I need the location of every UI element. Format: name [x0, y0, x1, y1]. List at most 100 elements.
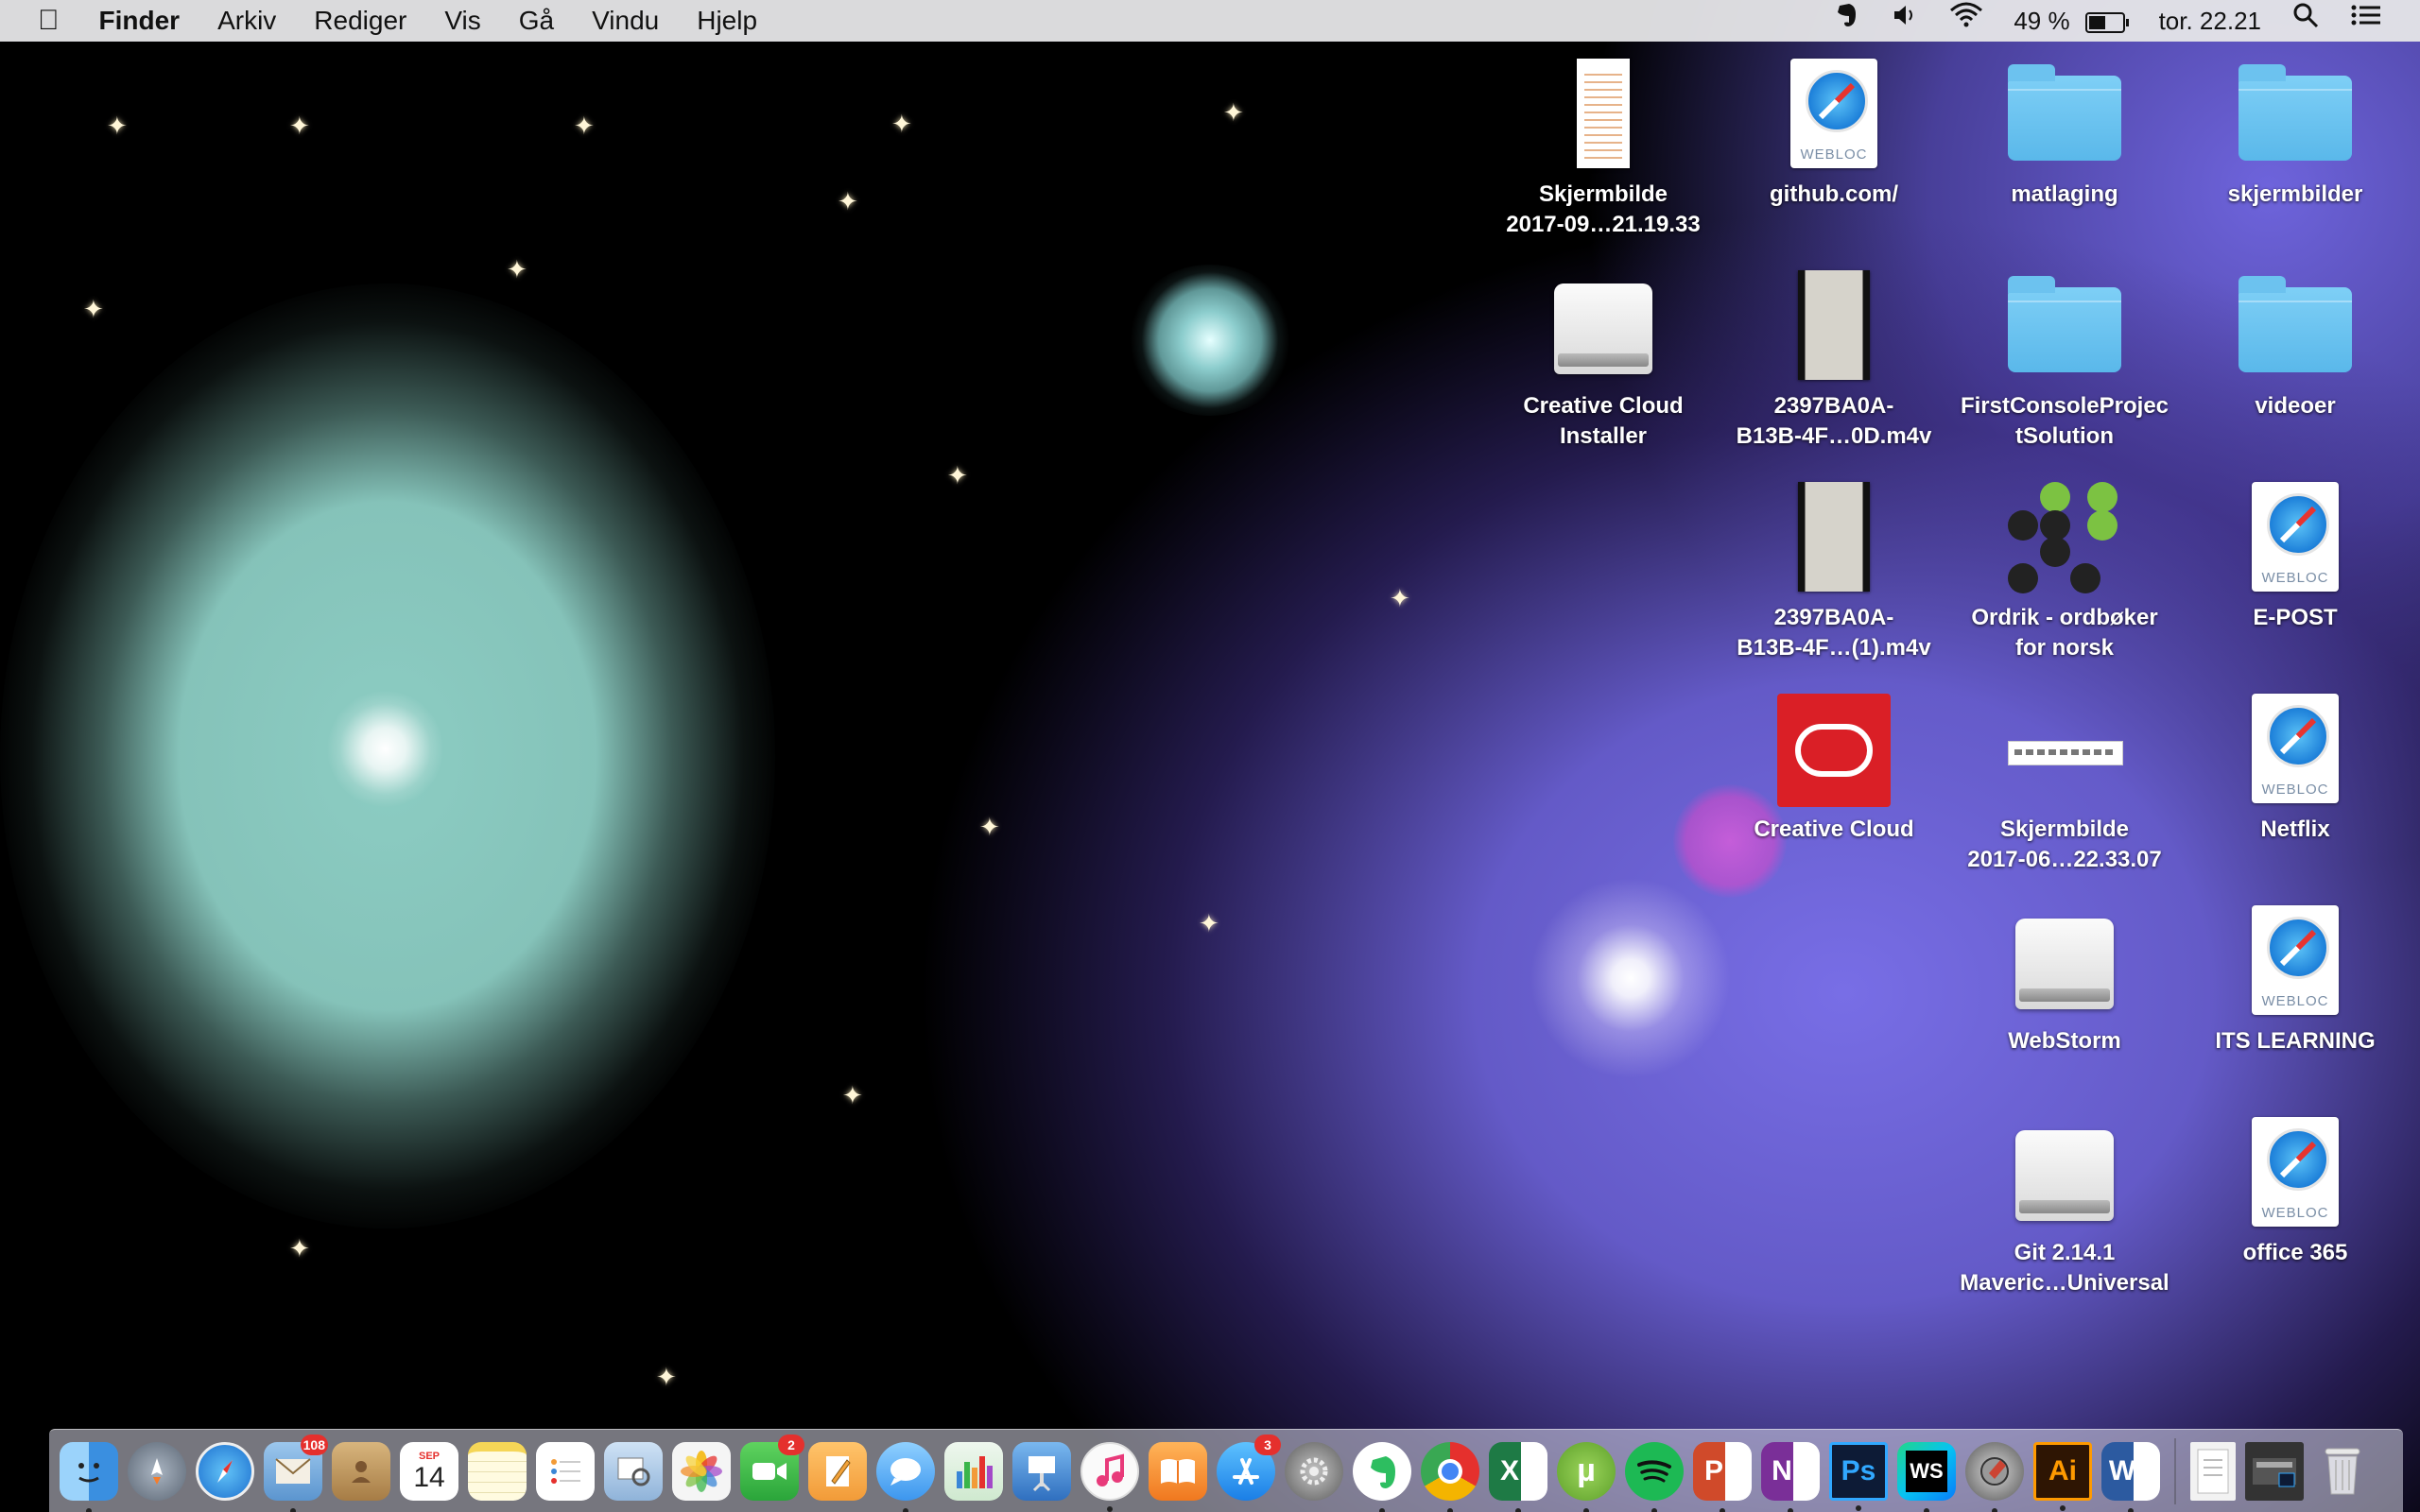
- star-sparkle: ✦: [107, 112, 128, 141]
- ordrik-icon: [2008, 482, 2121, 595]
- desktop-icon-e-post[interactable]: WEBLOC E-POST: [2182, 482, 2409, 633]
- finder-icon[interactable]: [60, 1441, 118, 1512]
- messages-icon[interactable]: [876, 1441, 935, 1512]
- star-sparkle: ✦: [1223, 99, 1244, 128]
- desktop-icon-video-2[interactable]: 2397BA0A- B13B-4F…(1).m4v: [1720, 482, 1947, 663]
- desktop-icon-github[interactable]: WEBLOC github.com/: [1720, 59, 1947, 210]
- disk-utility-icon[interactable]: [1965, 1441, 2024, 1512]
- folder-icon: [2238, 270, 2352, 384]
- drive-icon: [2008, 1117, 2121, 1230]
- chrome-icon[interactable]: [1421, 1441, 1479, 1512]
- desktop-icon-office-365[interactable]: WEBLOC office 365: [2182, 1117, 2409, 1268]
- desktop-icon-video-1[interactable]: 2397BA0A- B13B-4F…0D.m4v: [1720, 270, 1947, 452]
- desktop-icon-its-learning[interactable]: WEBLOC ITS LEARNING: [2182, 905, 2409, 1057]
- document-stack-icon[interactable]: [2190, 1441, 2236, 1501]
- desktop-icon-label: 2397BA0A- B13B-4F…(1).m4v: [1737, 605, 1931, 661]
- safari-icon[interactable]: [196, 1441, 254, 1501]
- desktop-icon-label: FirstConsoleProjec tSolution: [1960, 393, 2169, 449]
- apple-menu-icon[interactable]: : [0, 0, 80, 42]
- facetime-icon[interactable]: 2: [740, 1434, 804, 1501]
- itunes-icon[interactable]: [1080, 1441, 1139, 1512]
- desktop-icon-skjermbilder[interactable]: skjermbilder: [2182, 59, 2409, 210]
- word-icon[interactable]: W: [2101, 1441, 2160, 1512]
- dock: 108 SEP 14 2 3 X µ P N Ps WS Ai W: [49, 1429, 2403, 1512]
- desktop-icon-creative-cloud-installer[interactable]: Creative Cloud Installer: [1490, 270, 1717, 452]
- downloads-stack-icon[interactable]: [2245, 1441, 2304, 1501]
- desktop-icon-creative-cloud[interactable]: Creative Cloud: [1720, 694, 1947, 845]
- desktop-icon-label: Ordrik - ordbøker for norsk: [1971, 605, 2158, 661]
- desktop-icon-label: ITS LEARNING: [2215, 1028, 2376, 1054]
- notes-icon[interactable]: [468, 1441, 527, 1501]
- contacts-icon[interactable]: [332, 1441, 390, 1501]
- desktop-icon-skjermbilde-1[interactable]: Skjermbilde 2017-09…21.19.33: [1490, 59, 1717, 240]
- photoshop-icon[interactable]: Ps: [1829, 1441, 1888, 1511]
- clock[interactable]: tor. 22.21: [2140, 0, 2276, 42]
- desktop-icon-videoer[interactable]: videoer: [2182, 270, 2409, 421]
- speaker-icon[interactable]: [1876, 0, 1934, 42]
- menu-rediger[interactable]: Rediger: [295, 0, 425, 42]
- image-file-icon: [2008, 694, 2123, 807]
- desktop-icon-webstorm[interactable]: WebStorm: [1951, 905, 2178, 1057]
- wifi-icon[interactable]: [1934, 0, 1998, 42]
- calendar-day: 14: [413, 1461, 445, 1493]
- keynote-icon[interactable]: [1012, 1441, 1071, 1501]
- ibooks-icon[interactable]: [1149, 1441, 1207, 1501]
- menu-vindu[interactable]: Vindu: [573, 0, 678, 42]
- star-sparkle: ✦: [838, 188, 858, 216]
- desktop-icon-label: videoer: [2255, 393, 2336, 419]
- reminders-icon[interactable]: [536, 1441, 595, 1501]
- desktop-icon-skjermbilde-2[interactable]: Skjermbilde 2017-06…22.33.07: [1951, 694, 2178, 875]
- wallpaper-flare: [1522, 869, 1739, 1087]
- desktop-icon-label: WebStorm: [2008, 1028, 2121, 1054]
- list-icon[interactable]: [2335, 0, 2397, 42]
- folder-icon: [2008, 270, 2121, 384]
- star-sparkle: ✦: [289, 1235, 310, 1263]
- mail-icon[interactable]: 108: [264, 1434, 328, 1512]
- search-icon[interactable]: [2276, 0, 2335, 42]
- trash-icon[interactable]: [2313, 1442, 2372, 1501]
- menu-arkiv[interactable]: Arkiv: [199, 0, 295, 42]
- menu-bar:  Finder Arkiv Rediger Vis Gå Vindu Hjel…: [0, 0, 2420, 42]
- menu-app-name[interactable]: Finder: [80, 0, 199, 42]
- evernote-icon[interactable]: [1353, 1441, 1411, 1512]
- desktop[interactable]: ✦ ✦ ✦ ✦ ✦ ✦ ✦ ✦ ✦ ✦ ✦ ✦ ✦ ✦ ✦  Finder A…: [0, 0, 2420, 1512]
- desktop-icon-label: Creative Cloud Installer: [1523, 393, 1684, 449]
- webloc-icon: WEBLOC: [2238, 482, 2352, 595]
- menu-vis[interactable]: Vis: [425, 0, 499, 42]
- calendar-icon[interactable]: SEP 14: [400, 1441, 458, 1501]
- numbers-icon[interactable]: [944, 1441, 1003, 1501]
- video-file-icon: [1777, 270, 1891, 384]
- menu-hjelp[interactable]: Hjelp: [678, 0, 776, 42]
- star-sparkle: ✦: [979, 814, 1000, 842]
- menu-ga[interactable]: Gå: [500, 0, 573, 42]
- star-sparkle: ✦: [83, 296, 104, 324]
- desktop-icon-label: Creative Cloud: [1754, 816, 1914, 842]
- image-file-icon: [1547, 59, 1660, 172]
- desktop-icon-firstconsoleproject[interactable]: FirstConsoleProjec tSolution: [1951, 270, 2178, 452]
- illustrator-icon[interactable]: Ai: [2033, 1441, 2092, 1511]
- creative-cloud-icon: [1777, 694, 1891, 807]
- desktop-icon-ordrik[interactable]: Ordrik - ordbøker for norsk: [1951, 482, 2178, 663]
- star-sparkle: ✦: [289, 112, 310, 141]
- battery-icon[interactable]: [2084, 0, 2140, 42]
- desktop-icon-netflix[interactable]: WEBLOC Netflix: [2182, 694, 2409, 845]
- battery-percent[interactable]: 49 %: [1998, 0, 2084, 42]
- launchpad-icon[interactable]: [128, 1441, 186, 1501]
- pages-icon[interactable]: [808, 1441, 867, 1501]
- spotify-icon[interactable]: [1625, 1441, 1684, 1512]
- appstore-icon[interactable]: 3: [1217, 1434, 1281, 1501]
- excel-icon[interactable]: X: [1489, 1441, 1547, 1512]
- system-preferences-icon[interactable]: [1285, 1441, 1343, 1501]
- desktop-icon-matlaging[interactable]: matlaging: [1951, 59, 2178, 210]
- utorrent-icon[interactable]: µ: [1557, 1441, 1616, 1512]
- photos-icon[interactable]: [672, 1441, 731, 1501]
- desktop-icon-git[interactable]: Git 2.14.1 Maveric…Universal: [1951, 1117, 2178, 1298]
- onenote-icon[interactable]: N: [1761, 1441, 1820, 1512]
- evernote-icon[interactable]: [1817, 0, 1876, 42]
- webloc-icon: WEBLOC: [2238, 694, 2352, 807]
- preview-icon[interactable]: [604, 1441, 663, 1501]
- video-file-icon: [1777, 482, 1891, 595]
- star-sparkle: ✦: [1390, 585, 1410, 613]
- powerpoint-icon[interactable]: P: [1693, 1441, 1752, 1512]
- webstorm-icon[interactable]: WS: [1897, 1441, 1956, 1512]
